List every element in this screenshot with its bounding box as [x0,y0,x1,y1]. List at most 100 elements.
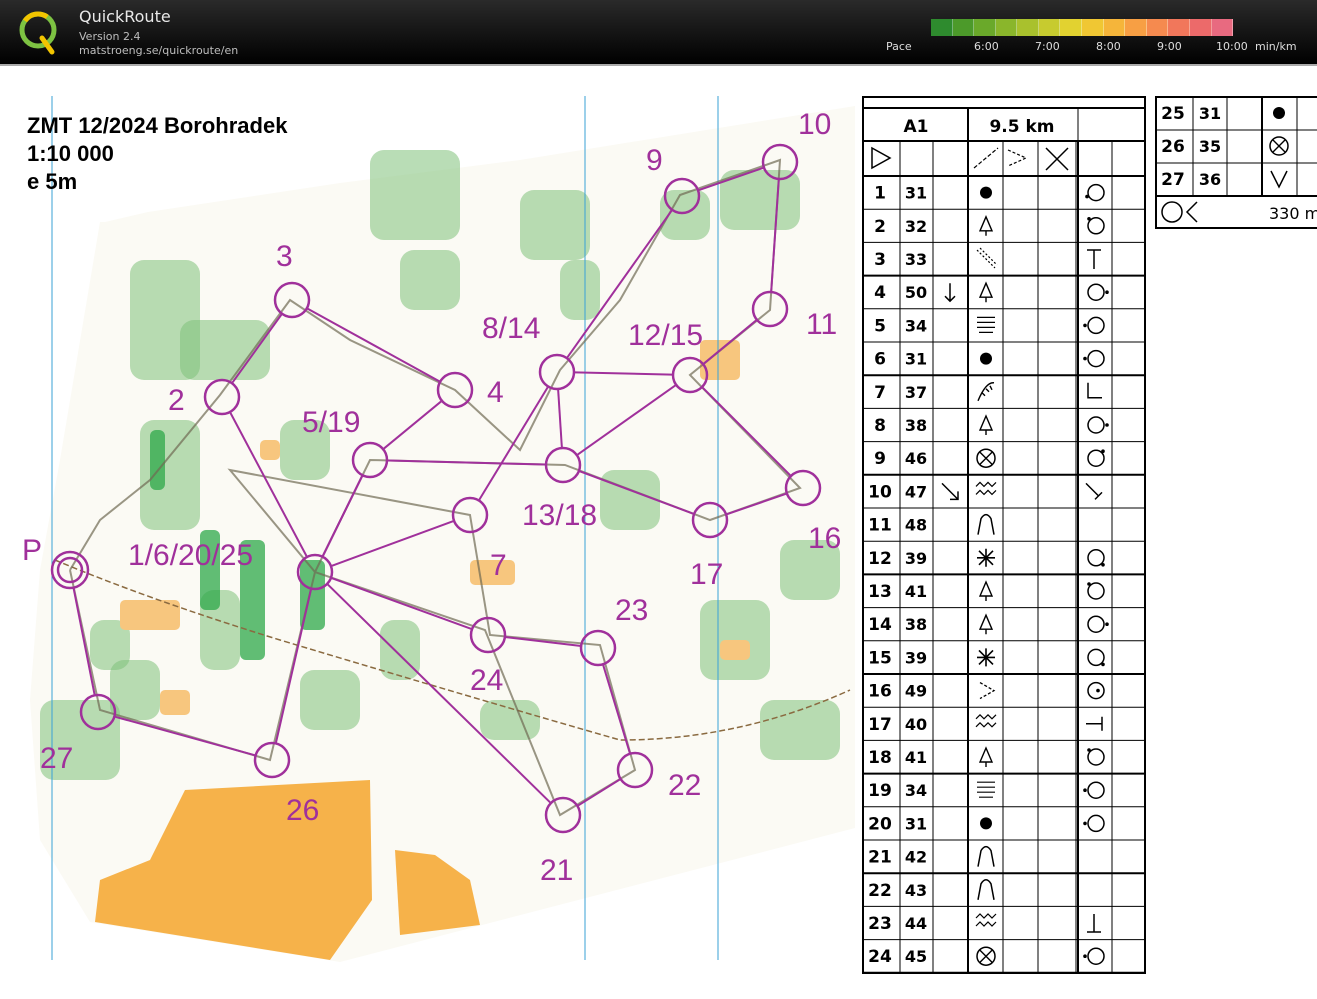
control-seq: 27 [1161,170,1185,190]
pace-swatch [974,19,996,36]
vegetation-patch [560,260,600,320]
control-code: 34 [905,781,927,800]
control-code: 39 [905,549,927,568]
pace-swatch [1125,19,1147,36]
control-code: 44 [905,914,927,933]
control-seq: 7 [874,383,886,403]
control-seq: 10 [868,482,892,502]
vegetation-patch [520,190,590,260]
control-code: 46 [905,449,927,468]
control-seq: 26 [1161,137,1185,157]
position-dot [1105,622,1109,626]
pace-swatch [931,19,953,36]
position-dot [1087,582,1091,586]
control-code: 34 [905,316,927,335]
position-dot [1101,449,1105,454]
pace-swatch [952,19,975,36]
pace-swatch [1060,19,1083,36]
control-code: 45 [905,947,927,966]
app-version: Version 2.4 [79,30,141,43]
control-code: 35 [1199,137,1221,156]
pace-swatch [1038,19,1061,36]
control-number: 27 [40,742,73,775]
pace-swatch [1211,19,1234,36]
control-code: 43 [905,881,927,900]
control-seq: 24 [868,947,892,967]
control-number: 13/18 [522,499,597,532]
pace-tick: 10:00 [1216,40,1248,53]
control-seq: 6 [874,350,886,370]
control-number: 16 [808,522,841,555]
dot-icon [980,817,992,830]
control-seq: 22 [868,881,892,901]
control-number: 2 [168,384,185,417]
control-number: 9 [646,144,663,177]
vegetation-patch [140,420,200,530]
control-number: 23 [615,594,648,627]
pace-swatch [1189,19,1212,36]
control-code: 41 [905,582,927,601]
position-dot [1101,563,1105,567]
control-seq: 5 [874,316,886,336]
vegetation-patch [380,620,420,680]
position-dot [1105,423,1109,427]
control-code: 38 [905,416,927,435]
control-code: 40 [905,715,927,734]
control-code: 47 [905,482,927,501]
pace-swatch [1168,19,1190,36]
control-number: 17 [690,558,723,591]
control-number: 3 [276,240,293,273]
control-number: 5/19 [302,406,360,439]
position-dot [1083,323,1087,328]
thicket-icon [977,648,995,667]
control-seq: 8 [874,416,886,436]
pace-swatch [1017,19,1039,36]
control-code: 31 [905,814,927,833]
dot-icon [1273,107,1285,119]
orienteering-map[interactable]: P 1/6/20/252345/1978/149101112/1513/18161… [0,66,860,997]
control-code: 37 [905,383,927,402]
position-dot [1085,194,1089,199]
vegetation-patch [300,670,360,730]
pace-swatch [1146,19,1169,36]
control-seq: 23 [868,914,892,934]
control-seq: 18 [868,748,892,768]
control-seq: 14 [868,615,892,635]
app-url[interactable]: matstroeng.se/quickroute/en [79,44,238,57]
open-patch [260,440,280,460]
app-header: QuickRoute Version 2.4 matstroeng.se/qui… [0,0,1317,64]
control-code: 31 [905,184,927,203]
vegetation-patch [400,250,460,310]
control-descriptions-extra: 25 31 26 35 27 36 330 m [1155,96,1317,229]
open-patch [160,690,190,715]
position-dot [1083,356,1087,361]
pace-swatch [1082,19,1104,36]
control-code: 31 [1199,104,1221,123]
vegetation-patch [760,700,840,760]
dense-vegetation [150,430,165,490]
control-seq: 20 [868,814,892,834]
position-dot [1096,688,1100,693]
control-seq: 12 [868,549,892,569]
contour-interval: e 5m [27,169,78,194]
control-code: 38 [905,615,927,634]
pace-swatch [995,19,1018,36]
control-number: 10 [798,108,831,141]
position-dot [1087,748,1091,752]
control-seq: 16 [868,682,892,702]
thicket-icon [977,548,995,567]
control-descriptions: A1 9.5 km1 312 323 334 505 346 317 378 389 4610 471… [862,96,1146,974]
control-number: 22 [668,769,701,802]
control-seq: 3 [874,250,886,270]
control-number: 12/15 [628,319,703,352]
app-name: QuickRoute [79,7,171,26]
pace-swatch [1103,19,1126,36]
control-number: 11 [806,308,837,341]
control-code: 31 [905,350,927,369]
control-seq: 1 [874,184,886,204]
course-length: 9.5 km [989,117,1054,137]
control-code: 39 [905,648,927,667]
position-dot [1105,290,1109,294]
open-patch [720,640,750,660]
vegetation-patch [370,150,460,240]
